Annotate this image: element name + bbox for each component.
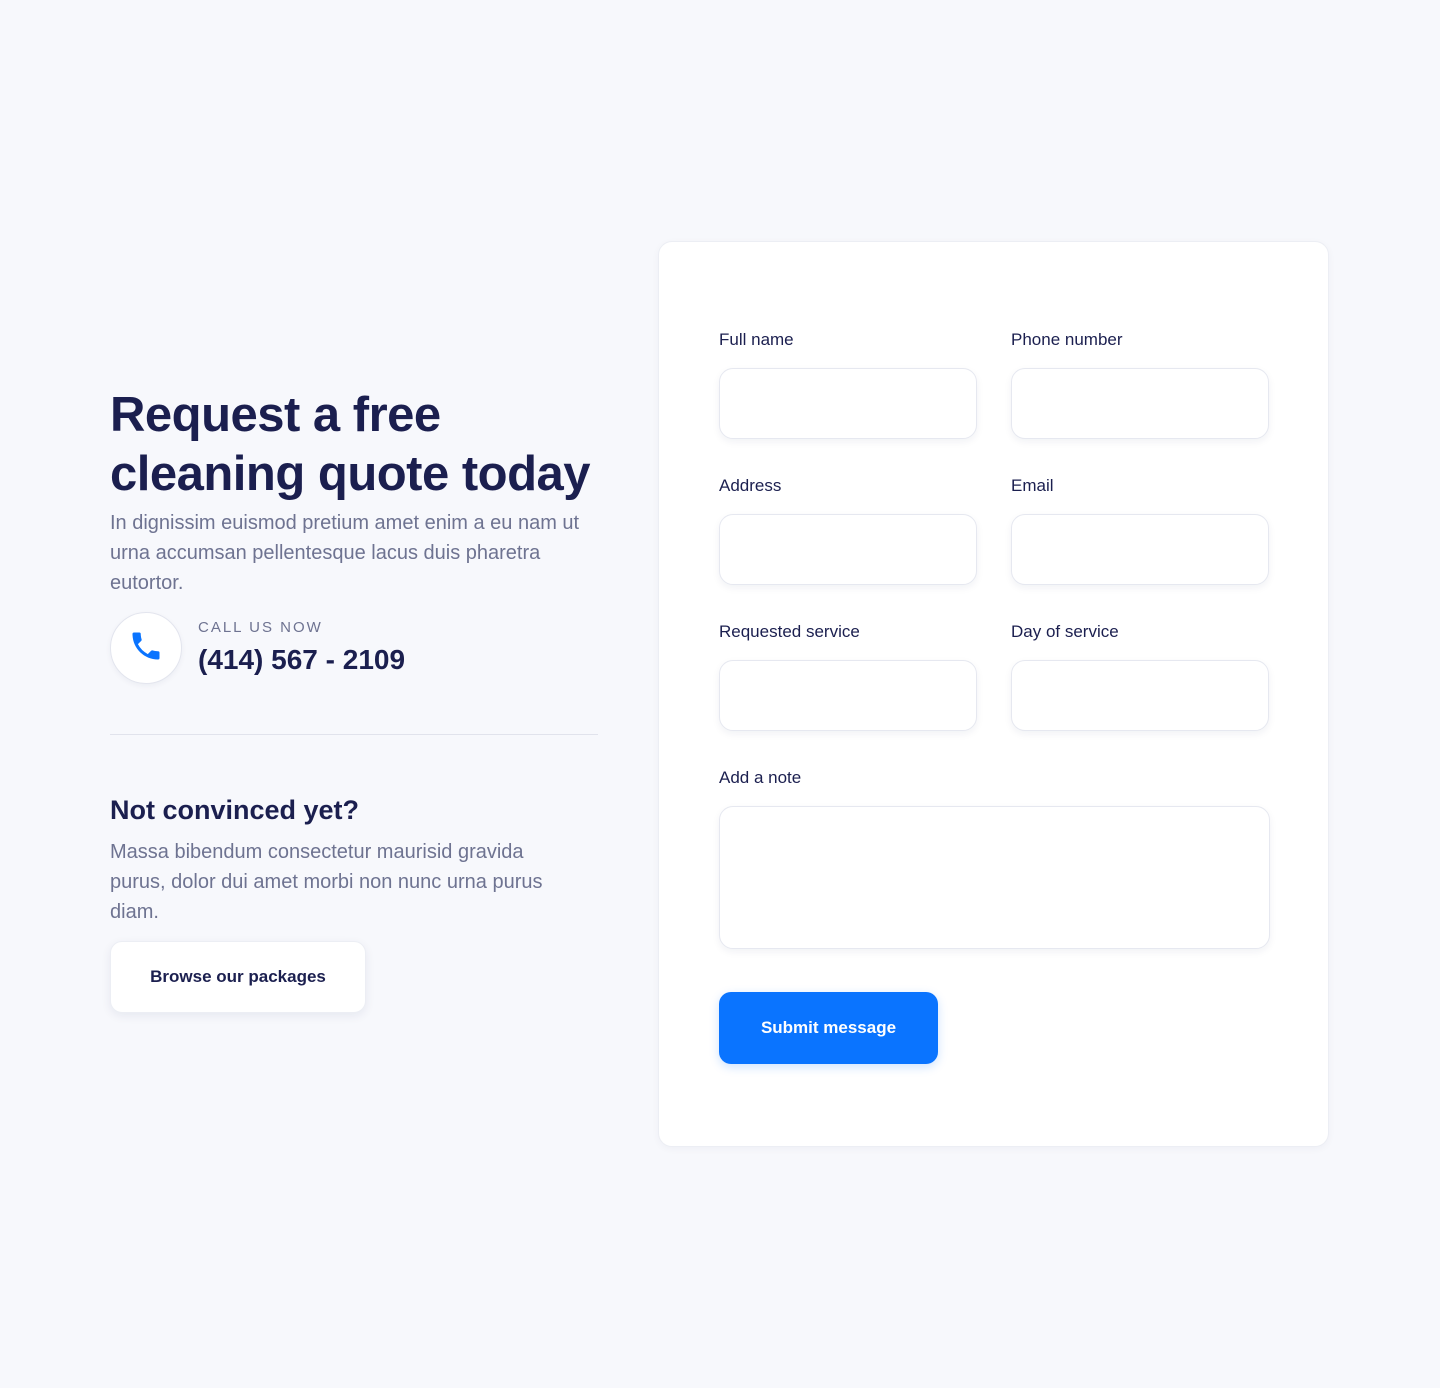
- note-label: Add a note: [719, 768, 802, 787]
- note-group: Add a note: [719, 768, 1270, 954]
- call-us-block: CALL US NOW (414) 567 - 2109: [110, 612, 598, 684]
- secondary-heading: Not convinced yet?: [110, 795, 360, 825]
- divider: [110, 734, 598, 735]
- address-group: Address: [719, 476, 977, 585]
- day-of-service-label: Day of service: [1011, 622, 1119, 641]
- page-title: Request a free cleaning quote today: [110, 388, 591, 501]
- quote-form-card: Full name Phone number Address Email Req…: [658, 241, 1329, 1147]
- submit-message-button[interactable]: Submit message: [719, 992, 938, 1064]
- phone-number-label: Phone number: [1011, 330, 1123, 349]
- secondary-text: Massa bibendum consectetur maurisid grav…: [110, 841, 543, 923]
- phone-icon-badge[interactable]: [110, 612, 182, 684]
- email-label: Email: [1011, 476, 1054, 495]
- phone-group: Phone number: [1011, 330, 1269, 439]
- day-group: Day of service: [1011, 622, 1269, 731]
- service-group: Requested service: [719, 622, 977, 731]
- phone-number[interactable]: (414) 567 - 2109: [198, 643, 405, 677]
- full-name-input[interactable]: [719, 368, 977, 439]
- address-input[interactable]: [719, 514, 977, 585]
- email-input[interactable]: [1011, 514, 1269, 585]
- address-label: Address: [719, 476, 782, 495]
- page: Request a free cleaning quote today In d…: [0, 0, 1440, 1388]
- intro-section: Request a free cleaning quote today In d…: [110, 386, 598, 1013]
- call-text: CALL US NOW (414) 567 - 2109: [198, 619, 405, 677]
- full-name-group: Full name: [719, 330, 977, 439]
- day-of-service-input[interactable]: [1011, 660, 1269, 731]
- phone-number-input[interactable]: [1011, 368, 1269, 439]
- note-textarea[interactable]: [719, 806, 1270, 949]
- email-group: Email: [1011, 476, 1269, 585]
- call-label: CALL US NOW: [198, 619, 323, 636]
- full-name-label: Full name: [719, 330, 794, 349]
- requested-service-label: Requested service: [719, 622, 860, 641]
- page-subtitle: In dignissim euismod pretium amet enim a…: [110, 512, 580, 594]
- requested-service-input[interactable]: [719, 660, 977, 731]
- phone-icon: [128, 628, 164, 669]
- browse-packages-button[interactable]: Browse our packages: [110, 941, 366, 1013]
